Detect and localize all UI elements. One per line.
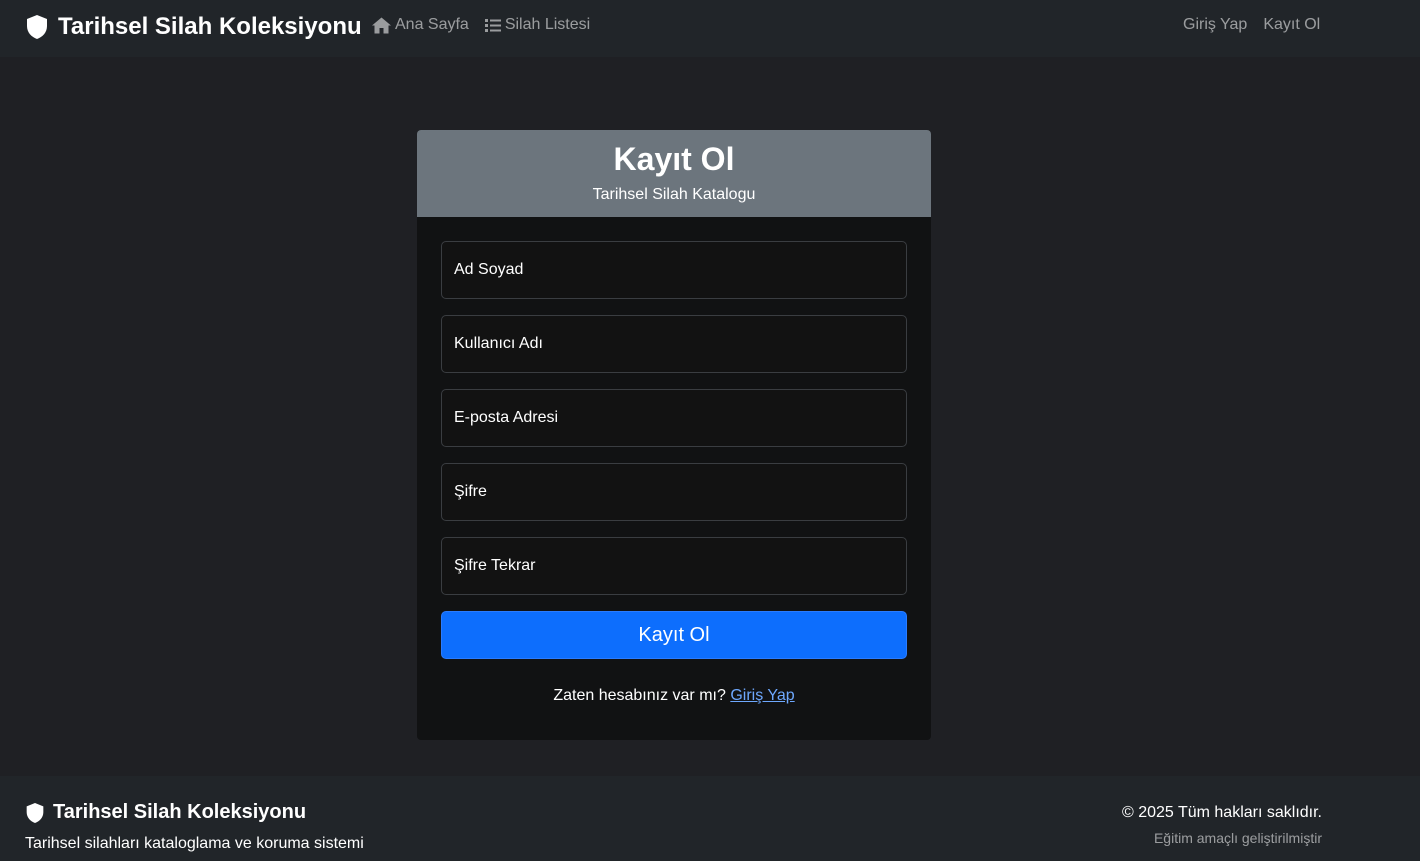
footer: Tarihsel Silah Koleksiyonu Tarihsel sila… (0, 776, 1420, 861)
password-confirm-field[interactable]: Şifre Tekrar (441, 537, 907, 595)
footer-brand: Tarihsel Silah Koleksiyonu (25, 801, 306, 824)
register-form: Ad Soyad Kullanıcı Adı E-posta Adresi Şi… (417, 217, 931, 705)
login-link[interactable]: Giriş Yap (730, 687, 794, 704)
nav-link-register[interactable]: Kayıt Ol (1263, 16, 1320, 34)
footer-brand-label: Tarihsel Silah Koleksiyonu (53, 801, 307, 823)
navbar-brand[interactable]: Tarihsel Silah Koleksiyonu (25, 13, 362, 41)
nav-main: Ana Sayfa Silah Listesi (372, 16, 590, 34)
brand-label: Tarihsel Silah Koleksiyonu (58, 13, 362, 40)
register-card-header: Kayıt Ol Tarihsel Silah Katalogu (417, 130, 931, 217)
register-card: Kayıt Ol Tarihsel Silah Katalogu Ad Soya… (417, 130, 931, 740)
list-icon (484, 18, 501, 32)
email-field[interactable]: E-posta Adresi (441, 389, 907, 447)
nav-link-home-label: Ana Sayfa (395, 16, 469, 33)
nav-link-weapon-list[interactable]: Silah Listesi (484, 16, 591, 34)
register-title: Kayıt Ol (613, 141, 735, 177)
navbar: Tarihsel Silah Koleksiyonu Ana Sayfa Sil… (0, 0, 1420, 57)
nav-link-login[interactable]: Giriş Yap (1183, 16, 1247, 34)
home-icon (372, 17, 391, 33)
nav-auth: Giriş Yap Kayıt Ol (1183, 16, 1320, 34)
login-prompt: Zaten hesabınız var mı? Giriş Yap (441, 687, 907, 705)
register-button[interactable]: Kayıt Ol (441, 611, 907, 659)
login-prompt-text: Zaten hesabınız var mı? (553, 687, 726, 704)
password-field[interactable]: Şifre (441, 463, 907, 521)
full-name-field[interactable]: Ad Soyad (441, 241, 907, 299)
nav-link-home[interactable]: Ana Sayfa (372, 16, 469, 34)
shield-icon (27, 15, 47, 39)
username-field[interactable]: Kullanıcı Adı (441, 315, 907, 373)
footer-note: Eğitim amaçlı geliştirilmiştir (1153, 830, 1322, 846)
nav-link-weapon-list-label: Silah Listesi (504, 16, 591, 33)
footer-description: Tarihsel silahları kataloglama ve koruma… (25, 835, 364, 852)
register-subtitle: Tarihsel Silah Katalogu (592, 186, 756, 203)
footer-copyright: © 2025 Tüm hakları saklıdır. (1121, 804, 1322, 821)
shield-icon (26, 802, 44, 823)
